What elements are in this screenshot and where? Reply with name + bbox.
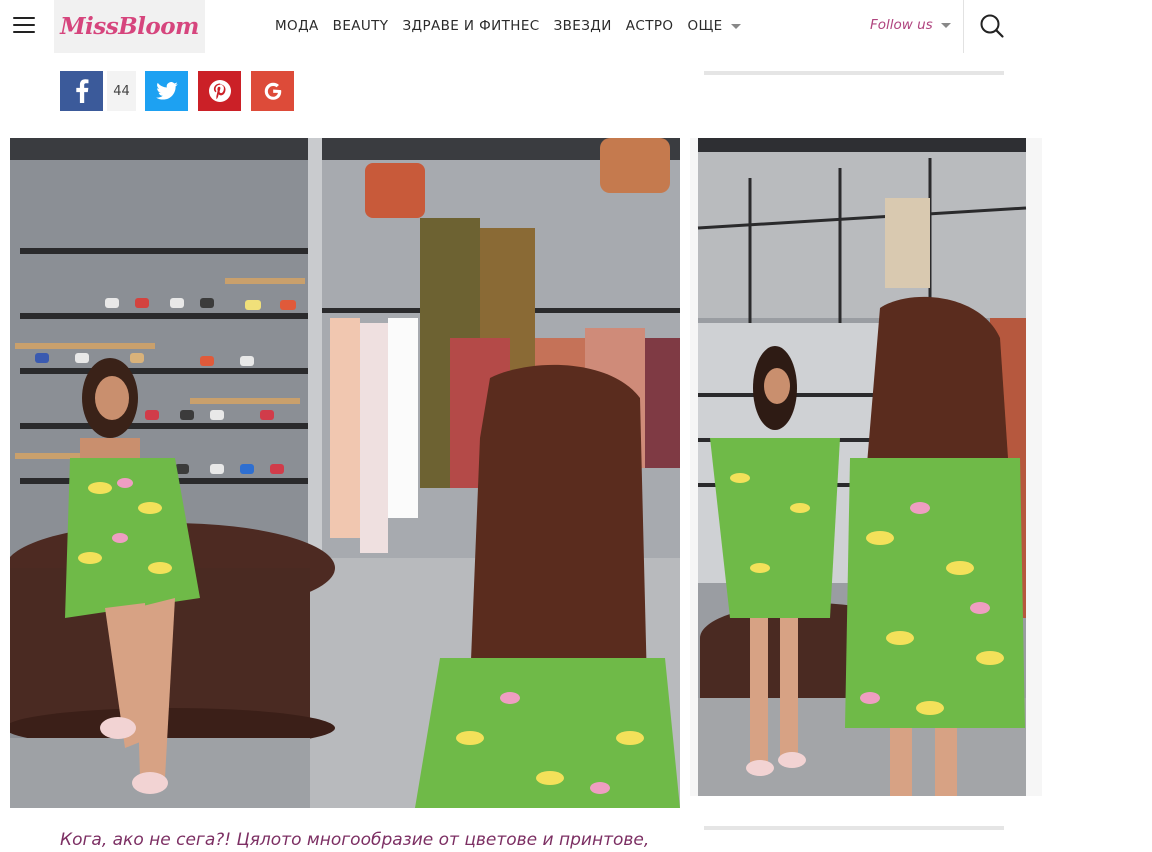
nav-item-moda[interactable]: МОДА — [275, 18, 319, 34]
nav-item-astro[interactable]: АСТРО — [626, 18, 674, 34]
google-icon — [264, 82, 281, 100]
follow-us-dropdown[interactable]: Follow us — [870, 17, 951, 33]
article-photo-mirror — [690, 138, 1042, 796]
nav-item-stars[interactable]: ЗВЕЗДИ — [554, 18, 612, 34]
chevron-down-icon — [940, 22, 951, 28]
share-facebook-button[interactable] — [60, 71, 103, 111]
facebook-share-count: 44 — [107, 71, 136, 111]
header-divider — [963, 0, 964, 53]
share-google-button[interactable] — [251, 71, 294, 111]
facebook-icon — [75, 79, 88, 103]
share-pinterest-button[interactable] — [198, 71, 241, 111]
nav-item-more[interactable]: ОЩЕ — [687, 18, 741, 34]
nav-item-health-fitness[interactable]: ЗДРАВЕ И ФИТНЕС — [402, 18, 539, 34]
article-photo-seated — [10, 138, 680, 808]
sidebar-divider — [704, 826, 1004, 830]
logo-text: MissBloom — [60, 13, 199, 40]
share-twitter-button[interactable] — [145, 71, 188, 111]
follow-us-label: Follow us — [870, 17, 933, 33]
site-header: MissBloom МОДА BEAUTY ЗДРАВЕ И ФИТНЕС ЗВ… — [0, 0, 1152, 53]
pinterest-icon — [208, 80, 231, 102]
search-icon[interactable] — [979, 13, 1005, 39]
sidebar-divider — [704, 71, 1004, 75]
nav-item-beauty[interactable]: BEAUTY — [333, 18, 389, 34]
chevron-down-icon — [730, 23, 741, 29]
hamburger-icon[interactable] — [13, 17, 35, 34]
twitter-icon — [155, 82, 178, 100]
site-logo[interactable]: MissBloom — [54, 0, 205, 53]
main-nav: МОДА BEAUTY ЗДРАВЕ И ФИТНЕС ЗВЕЗДИ АСТРО… — [275, 0, 755, 52]
nav-more-label: ОЩЕ — [687, 18, 723, 34]
article-lead-text: Кога, ако не сега?! Цялото многообразие … — [60, 830, 650, 850]
